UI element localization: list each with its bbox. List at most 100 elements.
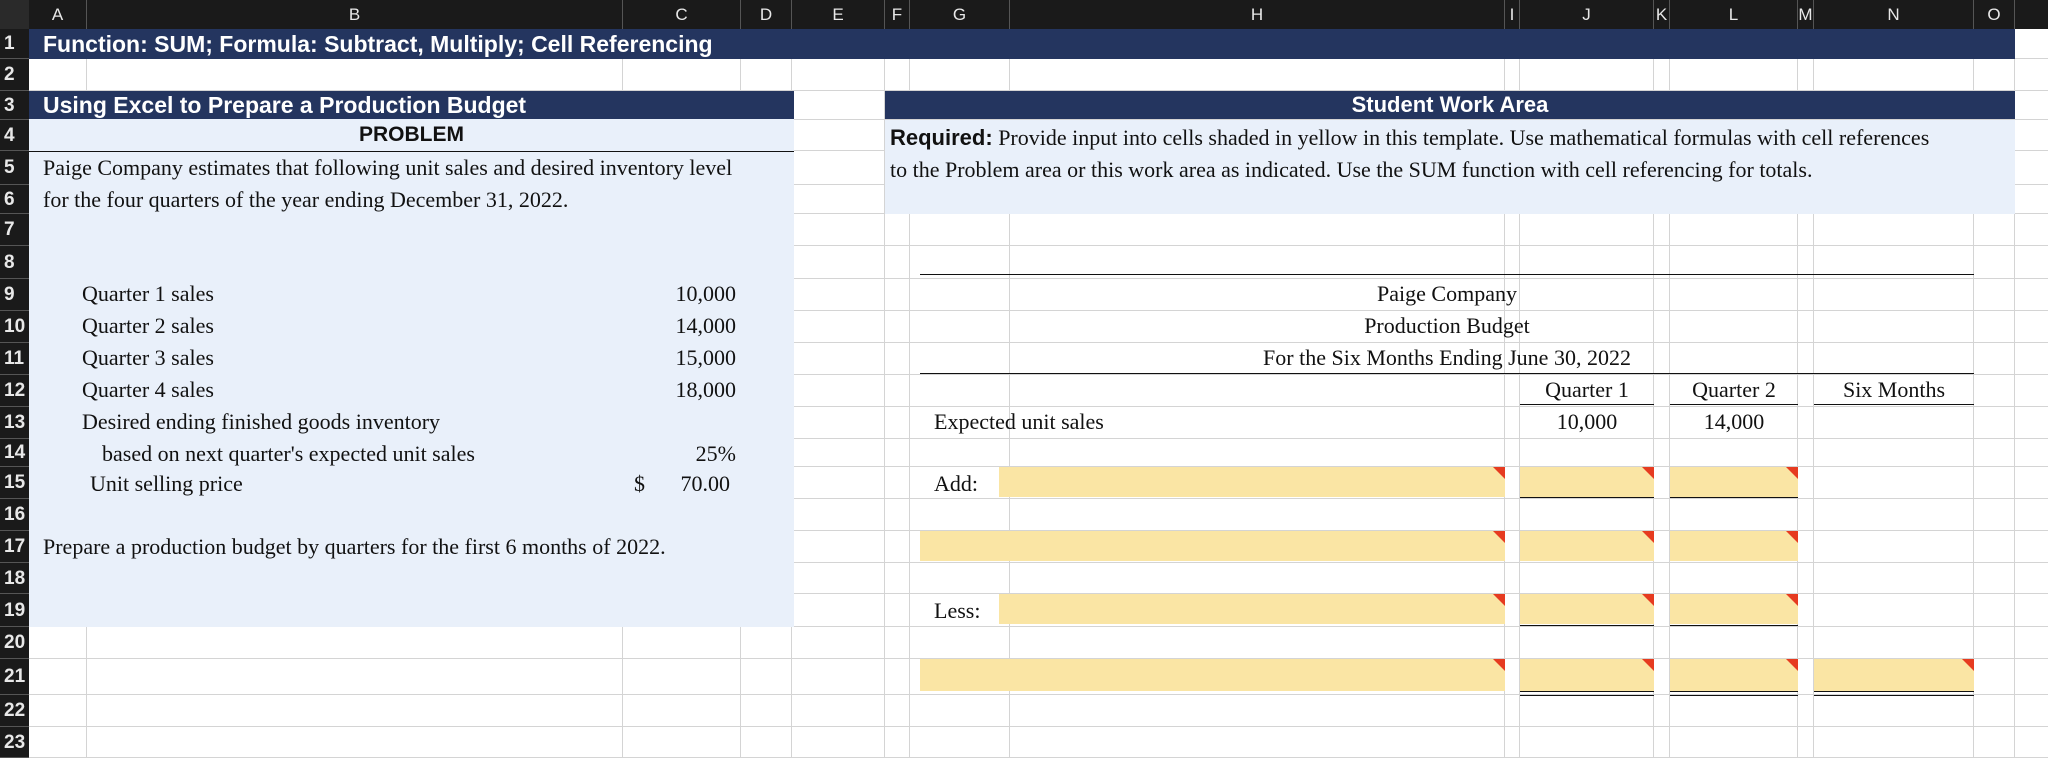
- item-value-q1[interactable]: 10,000: [620, 279, 737, 309]
- column-header-d[interactable]: D: [741, 0, 792, 29]
- row-header-12[interactable]: 12: [0, 375, 29, 407]
- less-q2-input[interactable]: [1670, 594, 1798, 624]
- row-header-16[interactable]: 16: [0, 499, 29, 531]
- price-label: Unit selling price: [90, 471, 243, 496]
- comment-marker-icon[interactable]: [1642, 594, 1654, 606]
- total-needed-q1-input[interactable]: [1520, 531, 1654, 561]
- double-underline-q1-b: [1520, 695, 1654, 696]
- column-header-j[interactable]: J: [1520, 0, 1654, 29]
- comment-marker-icon[interactable]: [1493, 467, 1505, 479]
- required-line1: Required: Provide input into cells shade…: [890, 123, 1929, 153]
- comment-marker-icon[interactable]: [1642, 467, 1654, 479]
- comment-marker-icon[interactable]: [1786, 531, 1798, 543]
- row-header-21[interactable]: 21: [0, 659, 29, 695]
- less-description-input[interactable]: [999, 594, 1505, 624]
- row-header-19[interactable]: 19: [0, 594, 29, 627]
- comment-marker-icon[interactable]: [1962, 659, 1974, 671]
- statement-period-rule: [920, 373, 1974, 374]
- column-header-e[interactable]: E: [792, 0, 885, 29]
- inventory-label-line1: Desired ending finished goods inventory: [82, 409, 441, 434]
- row-header-17[interactable]: 17: [0, 531, 29, 563]
- gridline-horizontal: [29, 726, 2048, 727]
- column-header-k[interactable]: K: [1654, 0, 1670, 29]
- total-needed-description-input[interactable]: [920, 531, 1505, 561]
- comment-marker-icon[interactable]: [1642, 531, 1654, 543]
- expected-sales-q1[interactable]: 10,000: [1520, 407, 1654, 437]
- item-label-q3: Quarter 3 sales: [82, 345, 214, 370]
- item-label-q4: Quarter 4 sales: [82, 377, 214, 402]
- statement-top-rule: [920, 274, 1974, 275]
- item-value-q3[interactable]: 15,000: [620, 343, 737, 373]
- add-q1-underline: [1520, 497, 1654, 498]
- less-q2-underline: [1670, 625, 1798, 626]
- column-header-l[interactable]: L: [1670, 0, 1798, 29]
- required-text1: Provide input into cells shaded in yello…: [992, 125, 1930, 150]
- comment-marker-icon[interactable]: [1642, 659, 1654, 671]
- price-value[interactable]: 70.00: [640, 469, 731, 499]
- required-production-q2-input[interactable]: [1670, 659, 1798, 691]
- add-label: Add:: [934, 471, 978, 496]
- work-area-header: Student Work Area: [1351, 92, 1549, 117]
- item-value-q2[interactable]: 14,000: [620, 311, 737, 341]
- row-header-10[interactable]: 10: [0, 311, 29, 343]
- row-header-11[interactable]: 11: [0, 343, 29, 375]
- expected-sales-label: Expected unit sales: [934, 409, 1104, 434]
- row-header-18[interactable]: 18: [0, 563, 29, 594]
- comment-marker-icon[interactable]: [1786, 659, 1798, 671]
- column-header-a[interactable]: A: [29, 0, 87, 29]
- row-header-20[interactable]: 20: [0, 627, 29, 659]
- row-header-13[interactable]: 13: [0, 407, 29, 439]
- row-header-9[interactable]: 9: [0, 279, 29, 311]
- row-header-2[interactable]: 2: [0, 59, 29, 91]
- comment-marker-icon[interactable]: [1493, 594, 1505, 606]
- column-header-g[interactable]: G: [910, 0, 1010, 29]
- double-underline-q2-b: [1670, 695, 1798, 696]
- column-header-f[interactable]: F: [885, 0, 910, 29]
- comment-marker-icon[interactable]: [1786, 594, 1798, 606]
- required-production-q1-input[interactable]: [1520, 659, 1654, 691]
- column-header-i[interactable]: I: [1505, 0, 1520, 29]
- statement-period: For the Six Months Ending June 30, 2022: [1263, 345, 1631, 370]
- problem-instruction: Prepare a production budget by quarters …: [43, 534, 666, 559]
- row-header-4[interactable]: 4: [0, 120, 29, 151]
- less-label: Less:: [934, 598, 981, 623]
- inventory-value[interactable]: 25%: [620, 439, 736, 469]
- column-header-o[interactable]: O: [1974, 0, 2015, 29]
- row-header-6[interactable]: 6: [0, 185, 29, 214]
- row-header-3[interactable]: 3: [0, 91, 29, 120]
- column-header-n[interactable]: N: [1814, 0, 1974, 29]
- problem-header: Using Excel to Prepare a Production Budg…: [43, 92, 527, 118]
- comment-marker-icon[interactable]: [1493, 659, 1505, 671]
- required-production-description-input[interactable]: [920, 659, 1505, 691]
- row-header-23[interactable]: 23: [0, 727, 29, 758]
- add-q1-input[interactable]: [1520, 467, 1654, 497]
- column-header-b[interactable]: B: [87, 0, 623, 29]
- double-underline-q1-a: [1520, 691, 1654, 692]
- row-header-5[interactable]: 5: [0, 151, 29, 185]
- problem-subheader-underline: [29, 151, 794, 152]
- row-header-7[interactable]: 7: [0, 214, 29, 246]
- select-all-corner[interactable]: [0, 0, 29, 29]
- add-q2-input[interactable]: [1670, 467, 1798, 497]
- column-header-h[interactable]: H: [1010, 0, 1505, 29]
- item-label-q2: Quarter 2 sales: [82, 313, 214, 338]
- double-underline-six-b: [1814, 695, 1974, 696]
- required-production-six-months-input[interactable]: [1814, 659, 1974, 691]
- row-header-8[interactable]: 8: [0, 246, 29, 279]
- row-header-1[interactable]: 1: [0, 29, 29, 59]
- comment-marker-icon[interactable]: [1493, 531, 1505, 543]
- row-header-14[interactable]: 14: [0, 439, 29, 467]
- column-header-c[interactable]: C: [623, 0, 741, 29]
- row-header-15[interactable]: 15: [0, 467, 29, 499]
- comment-marker-icon[interactable]: [1786, 467, 1798, 479]
- problem-intro-line2: for the four quarters of the year ending…: [43, 187, 569, 212]
- less-q1-input[interactable]: [1520, 594, 1654, 624]
- problem-subheader: PROBLEM: [359, 123, 464, 146]
- column-header-m[interactable]: M: [1798, 0, 1814, 29]
- col-header-six-months: Six Months: [1842, 377, 1946, 402]
- total-needed-q2-input[interactable]: [1670, 531, 1798, 561]
- row-header-22[interactable]: 22: [0, 695, 29, 727]
- add-description-input[interactable]: [999, 467, 1505, 497]
- expected-sales-q2[interactable]: 14,000: [1670, 407, 1798, 437]
- item-value-q4[interactable]: 18,000: [620, 375, 737, 405]
